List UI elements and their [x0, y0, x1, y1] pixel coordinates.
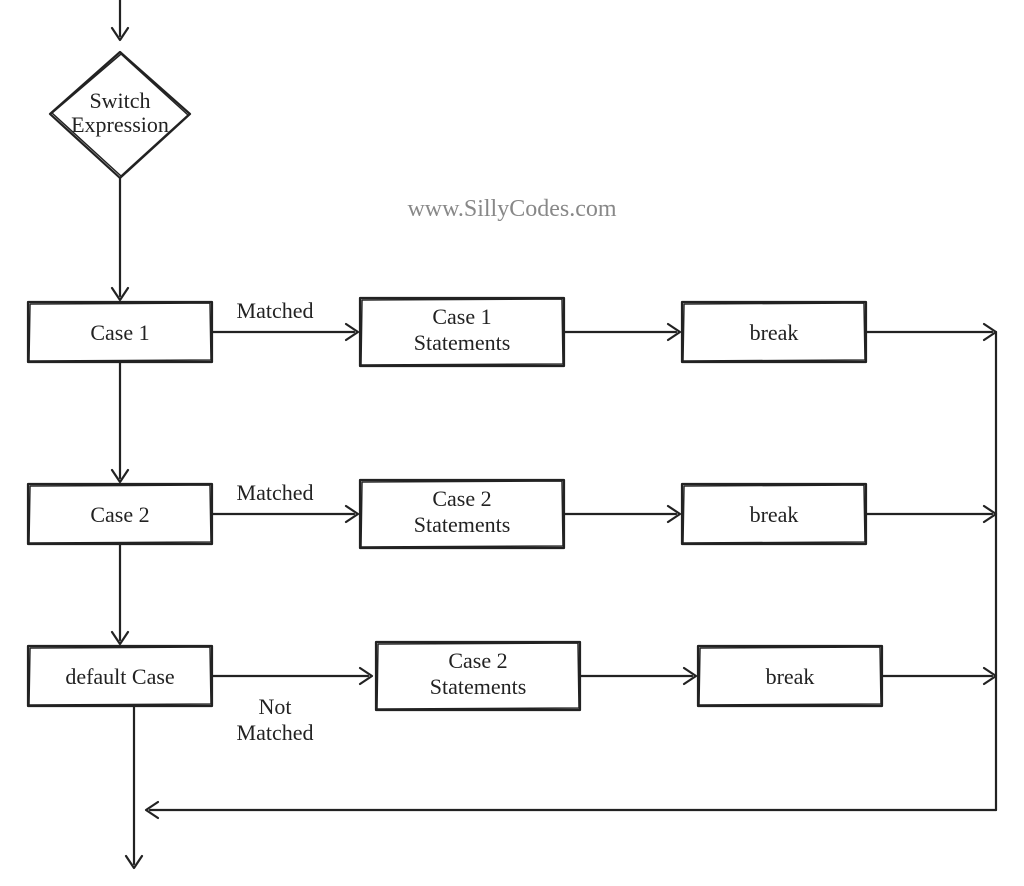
- arrow-case2-to-default: [112, 544, 128, 644]
- default-case-label: default Case: [65, 664, 174, 689]
- case1-statements-line1: Case 1: [432, 304, 491, 329]
- default-statements-line1: Case 2: [448, 648, 507, 673]
- default-case-box: default Case: [28, 646, 212, 706]
- case1-box: Case 1: [28, 302, 212, 362]
- watermark-text: www.SillyCodes.com: [407, 196, 616, 222]
- arrow-stmts1-to-break1: [564, 324, 680, 340]
- arrow-break3-to-merge: [882, 668, 996, 684]
- switch-expression-text-line2: Expression: [71, 112, 169, 137]
- case2-statements-box: Case 2 Statements: [360, 480, 564, 548]
- default-not-matched-l2: Matched: [237, 720, 314, 745]
- entry-arrow: [112, 0, 128, 40]
- break2-label: break: [750, 502, 799, 527]
- case1-label: Case 1: [90, 320, 149, 345]
- break3-label: break: [766, 664, 815, 689]
- default-statements-line2: Statements: [430, 674, 527, 699]
- arrow-stmts3-to-break3: [580, 668, 696, 684]
- break1-box: break: [682, 302, 866, 362]
- case1-matched-label: Matched: [237, 298, 314, 323]
- default-down-and-exit: [126, 706, 142, 868]
- merge-line-right-down-left: [146, 332, 996, 818]
- arrow-stmts2-to-break2: [564, 506, 680, 522]
- case1-statements-box: Case 1 Statements: [360, 298, 564, 366]
- case2-box: Case 2: [28, 484, 212, 544]
- arrow-case2-to-stmts: Matched: [212, 480, 358, 522]
- arrow-break1-to-merge: [866, 324, 996, 340]
- arrow-default-to-stmts: Not Matched: [212, 668, 372, 745]
- case2-label: Case 2: [90, 502, 149, 527]
- default-statements-box: Case 2 Statements: [376, 642, 580, 710]
- arrow-break2-to-merge: [866, 506, 996, 522]
- case2-matched-label: Matched: [237, 480, 314, 505]
- case2-statements-line1: Case 2: [432, 486, 491, 511]
- break3-box: break: [698, 646, 882, 706]
- arrow-case1-to-case2: [112, 362, 128, 482]
- case1-statements-line2: Statements: [414, 330, 511, 355]
- break2-box: break: [682, 484, 866, 544]
- switch-expression-node: Switch Expression: [50, 52, 190, 178]
- break1-label: break: [750, 320, 799, 345]
- switch-expression-text-line1: Switch: [89, 88, 150, 113]
- arrow-switch-to-case1: [112, 178, 128, 300]
- case2-statements-line2: Statements: [414, 512, 511, 537]
- arrow-case1-to-stmts: Matched: [212, 298, 358, 340]
- default-not-matched-l1: Not: [259, 694, 292, 719]
